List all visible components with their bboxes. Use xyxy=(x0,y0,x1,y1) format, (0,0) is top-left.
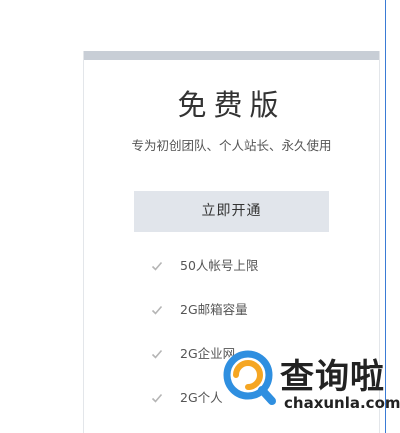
plan-title: 免费版 xyxy=(177,88,286,122)
watermark-domain: chaxunla.com xyxy=(284,394,400,412)
card-top-bar xyxy=(84,51,379,60)
chaxunla-watermark: 查询啦 chaxunla.com xyxy=(222,347,400,417)
open-now-button[interactable]: 立即开通 xyxy=(134,191,329,232)
plan-subtitle: 专为初创团队、个人站长、永久使用 xyxy=(131,138,332,153)
check-icon xyxy=(151,305,163,315)
feature-item: 50人帐号上限 xyxy=(151,256,258,300)
page: 免费版 专为初创团队、个人站长、永久使用 立即开通 50人帐号上限 2G邮箱容量 xyxy=(0,0,400,433)
feature-text: 2G个人 xyxy=(180,390,223,405)
feature-text: 2G邮箱容量 xyxy=(180,302,248,317)
check-icon xyxy=(151,393,163,403)
magnifier-logo-icon xyxy=(223,350,276,405)
check-icon xyxy=(151,261,163,271)
watermark-name: 查询啦 xyxy=(280,357,385,397)
feature-item: 2G邮箱容量 xyxy=(151,300,258,344)
feature-text: 50人帐号上限 xyxy=(180,258,259,273)
check-icon xyxy=(151,349,163,359)
